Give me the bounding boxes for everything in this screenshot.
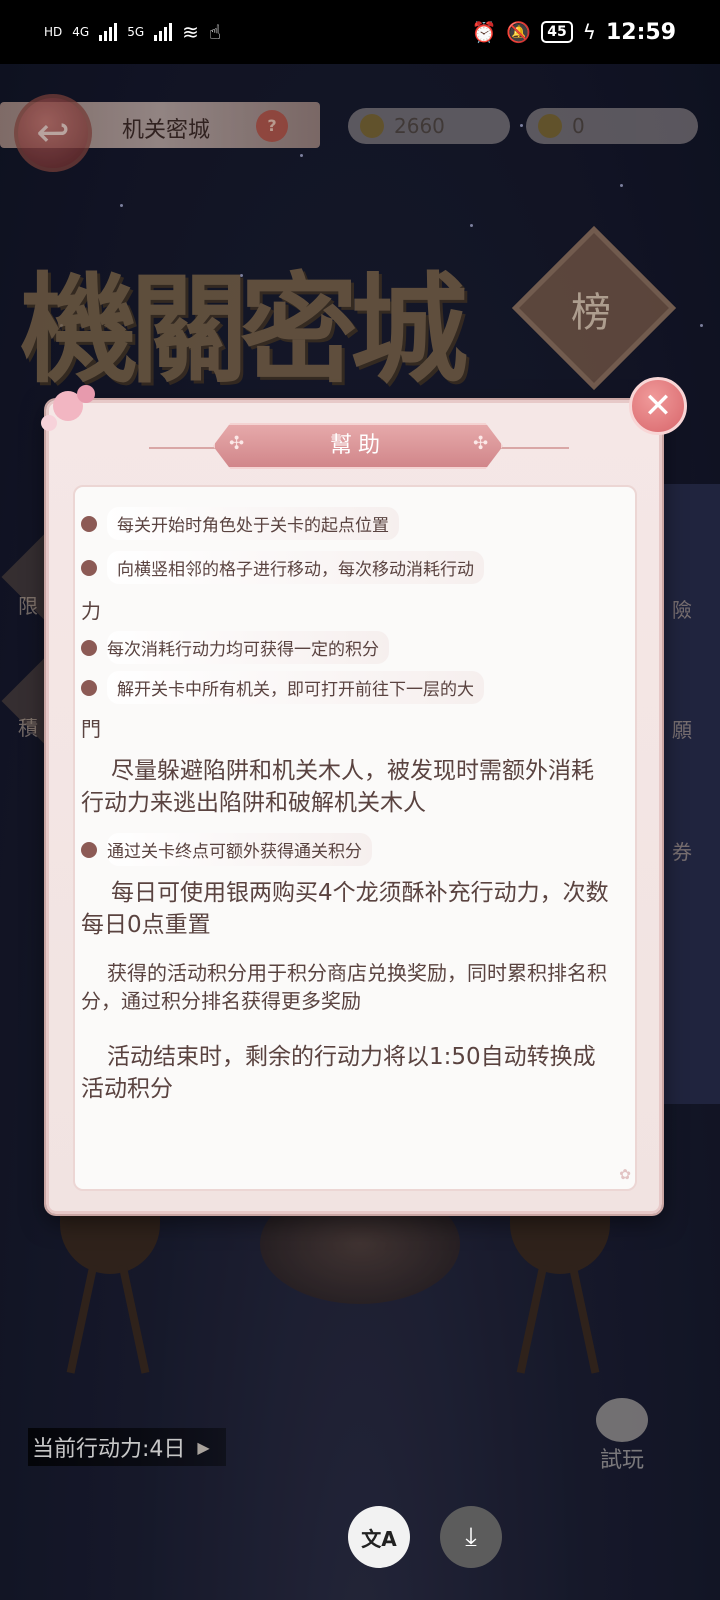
rule-item: 解开关卡中所有机关，即可打开前往下一层的大: [81, 671, 484, 704]
touch-icon: ☝: [208, 20, 222, 44]
bullet-icon: [81, 679, 97, 696]
translate-icon: 文A: [361, 1526, 397, 1551]
status-bar: HD 4G 5G ≋ ☝ ⏰ 🔕 45 ϟ 12:59: [0, 0, 720, 64]
rule-item: 每次消耗行动力均可获得一定的积分: [81, 631, 389, 664]
rule-item: 每关开始时角色处于关卡的起点位置: [81, 507, 399, 540]
status-left: HD 4G 5G ≋ ☝: [44, 20, 221, 44]
dialog-title: 幫助: [329, 433, 386, 458]
bullet-icon: [81, 639, 97, 656]
rule-item: 向横竖相邻的格子进行移动，每次移动消耗行动: [81, 551, 484, 584]
signal-icon: [99, 23, 118, 41]
download-icon: ⤓: [465, 1521, 477, 1552]
rule-paragraph: 活动结束时，剩余的行动力将以1:50自动转换成活动积分: [81, 1044, 596, 1102]
network-5g-label: 5G: [127, 25, 145, 39]
download-button[interactable]: ⤓: [440, 1506, 502, 1568]
help-content[interactable]: 每关开始时角色处于关卡的起点位置 向横竖相邻的格子进行移动，每次移动消耗行动 力…: [73, 485, 637, 1191]
mute-icon: 🔕: [506, 20, 532, 44]
cherry-blossom-icon: [41, 385, 111, 445]
status-right: ⏰ 🔕 45 ϟ 12:59: [471, 20, 676, 45]
network-4g-label: 4G: [72, 25, 90, 39]
bullet-icon: [81, 841, 97, 858]
rule-paragraph: 尽量躲避陷阱和机关木人，被发现时需额外消耗行动力来逃出陷阱和破解机关木人: [81, 758, 594, 816]
rule-item: 通过关卡终点可额外获得通关积分: [81, 833, 372, 866]
floral-ornament-icon: ✿: [619, 1167, 631, 1183]
rule-wrap-text: 力: [81, 599, 101, 623]
charging-icon: ϟ: [582, 20, 596, 44]
rule-paragraph: 每日可使用银两购买4个龙须酥补充行动力，次数每日0点重置: [81, 880, 609, 938]
translate-button[interactable]: 文A: [348, 1506, 410, 1568]
bullet-icon: [81, 559, 97, 576]
close-icon: ✕: [643, 386, 673, 426]
help-dialog: ✣ ✣ 幫助 ✕ 每关开始时角色处于关卡的起点位置 向横竖相邻的格子进行移动，每…: [41, 377, 687, 1214]
battery-icon: 45: [541, 21, 573, 43]
clock: 12:59: [605, 19, 676, 45]
hd-indicator: HD: [44, 25, 63, 39]
signal-icon-2: [154, 23, 173, 41]
rule-wrap-text: 門: [81, 717, 101, 741]
close-button[interactable]: ✕: [629, 377, 687, 435]
wifi-icon: ≋: [182, 20, 199, 44]
alarm-icon: ⏰: [471, 20, 497, 44]
rule-paragraph: 获得的活动积分用于积分商店兑换奖励，同时累积排名积分，通过积分排名获得更多奖励: [81, 961, 607, 1013]
bullet-icon: [81, 515, 97, 532]
